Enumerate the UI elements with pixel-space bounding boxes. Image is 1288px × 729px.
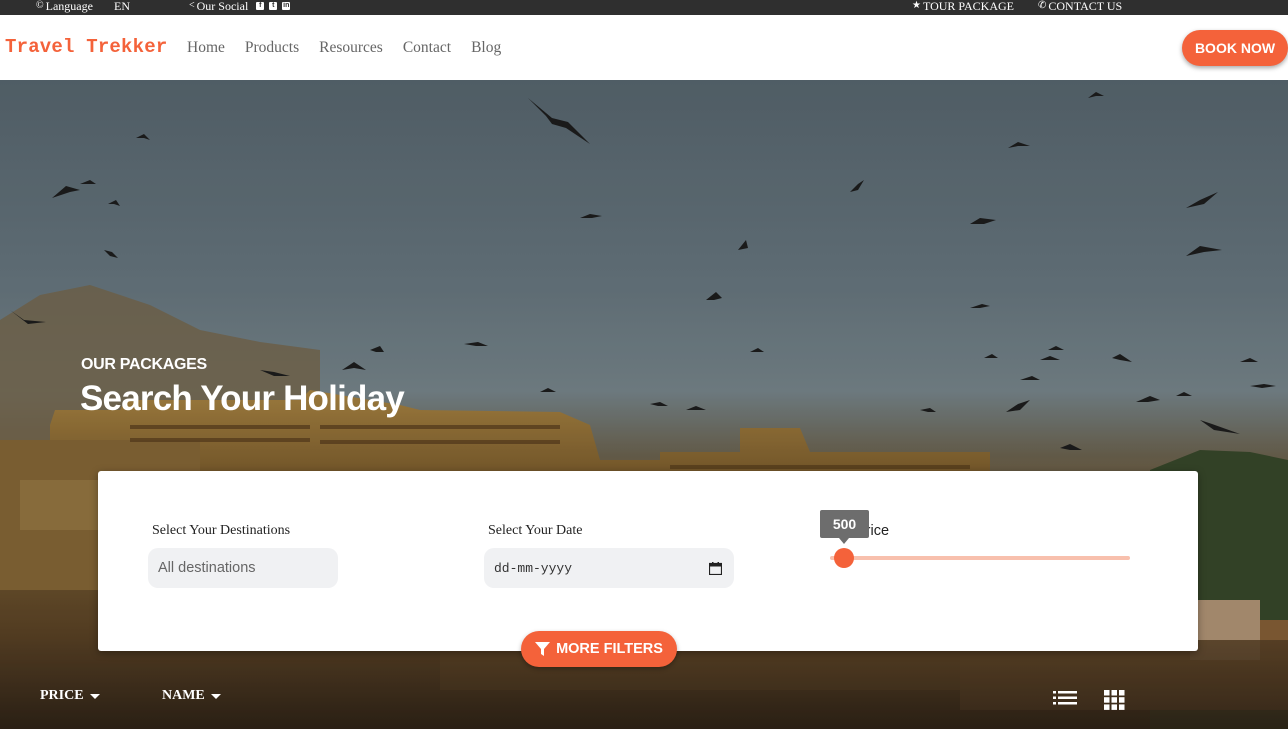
language-label: Language xyxy=(45,0,93,13)
contact-us-label: CONTACT US xyxy=(1048,0,1123,13)
list-view-icon[interactable] xyxy=(1053,690,1077,706)
date-placeholder: dd-mm-yyyy xyxy=(494,560,573,576)
social-label: Our Social xyxy=(196,0,249,13)
more-filters-button[interactable]: MORE FILTERS xyxy=(521,631,677,667)
calendar-icon[interactable] xyxy=(709,561,722,575)
site-logo[interactable]: Travel Trekker xyxy=(5,36,167,58)
share-icon: < xyxy=(189,0,195,11)
nav-link-blog[interactable]: Blog xyxy=(471,39,501,57)
filter-icon xyxy=(535,641,551,656)
copyright-icon: © xyxy=(36,0,44,11)
nav-link-contact[interactable]: Contact xyxy=(403,39,451,57)
language-value[interactable]: EN xyxy=(114,0,130,12)
sort-price-label: PRICE xyxy=(40,688,84,703)
sort-by-name[interactable]: NAME xyxy=(162,688,221,704)
main-navbar: Travel Trekker Home Products Resources C… xyxy=(0,15,1288,80)
destination-select[interactable]: All destinations xyxy=(148,548,338,588)
social-group: < Our Social f t in xyxy=(189,0,291,13)
nav-link-resources[interactable]: Resources xyxy=(319,39,383,57)
hero-subtitle: OUR PACKAGES xyxy=(81,356,207,373)
chevron-down-icon xyxy=(89,693,100,699)
sort-name-label: NAME xyxy=(162,688,205,703)
grid-view-icon[interactable] xyxy=(1104,690,1125,710)
destination-label: Select Your Destinations xyxy=(152,523,291,538)
price-slider-handle[interactable] xyxy=(834,548,854,568)
star-icon: ★ xyxy=(912,0,921,11)
nav-link-home[interactable]: Home xyxy=(187,39,225,57)
search-card: Select Your Destinations All destination… xyxy=(98,471,1198,651)
tour-package-label: TOUR PACKAGE xyxy=(922,0,1014,13)
nav-links: Home Products Resources Contact Blog xyxy=(187,39,501,57)
phone-icon: ✆ xyxy=(1038,0,1047,11)
nav-link-products[interactable]: Products xyxy=(245,39,299,57)
twitter-icon[interactable]: t xyxy=(269,2,278,10)
date-input[interactable]: dd-mm-yyyy xyxy=(484,548,734,588)
date-label: Select Your Date xyxy=(488,523,583,538)
facebook-icon[interactable]: f xyxy=(256,2,265,10)
chevron-down-icon xyxy=(210,693,221,699)
more-filters-label: MORE FILTERS xyxy=(556,641,663,657)
contact-us-link[interactable]: ✆ CONTACT US xyxy=(1038,0,1122,12)
hero-title: Search Your Holiday xyxy=(80,379,405,418)
book-now-button[interactable]: BOOK NOW xyxy=(1182,30,1288,66)
tour-package-link[interactable]: ★ TOUR PACKAGE xyxy=(912,0,1014,12)
price-slider-track[interactable] xyxy=(830,556,1130,560)
top-bar: © Language EN < Our Social f t in ★ TOUR… xyxy=(0,0,1288,15)
sort-by-price[interactable]: PRICE xyxy=(40,688,100,704)
language-selector[interactable]: © Language xyxy=(36,0,93,12)
price-slider-tooltip: 500 xyxy=(820,510,869,544)
linkedin-icon[interactable]: in xyxy=(282,2,291,10)
